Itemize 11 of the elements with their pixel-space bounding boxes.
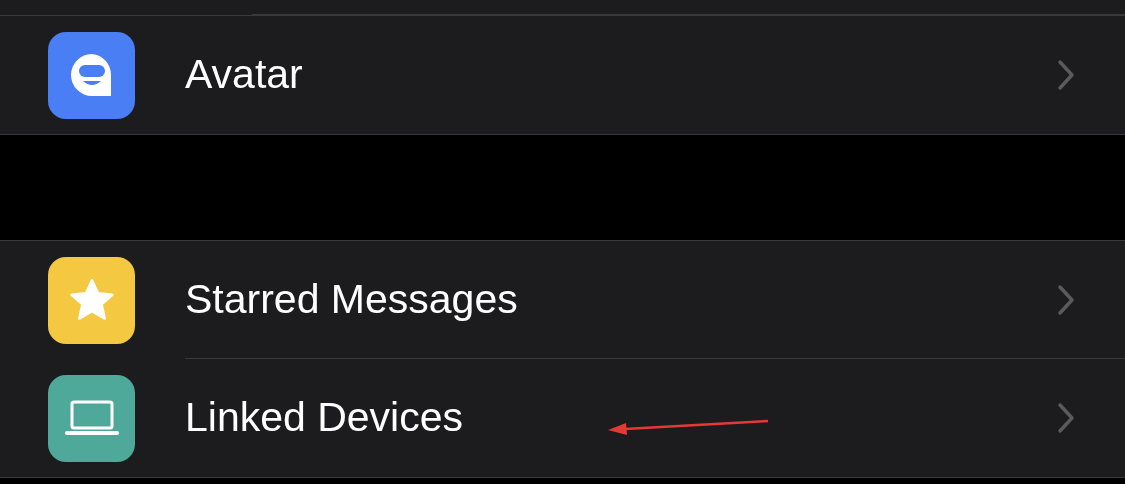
laptop-icon — [48, 374, 135, 462]
face-bubble-icon — [48, 31, 135, 119]
chevron-icon — [1057, 284, 1075, 316]
row-label: Starred Messages — [185, 275, 518, 325]
settings-row[interactable]: Linked Devices — [0, 359, 1125, 477]
chevron-icon — [1057, 402, 1075, 434]
settings-row[interactable]: Avatar — [0, 16, 1125, 134]
chevron-icon — [1057, 59, 1075, 91]
row-label: Avatar — [185, 50, 303, 100]
row-label: Linked Devices — [185, 393, 464, 443]
settings-row[interactable]: Starred Messages — [0, 241, 1125, 359]
